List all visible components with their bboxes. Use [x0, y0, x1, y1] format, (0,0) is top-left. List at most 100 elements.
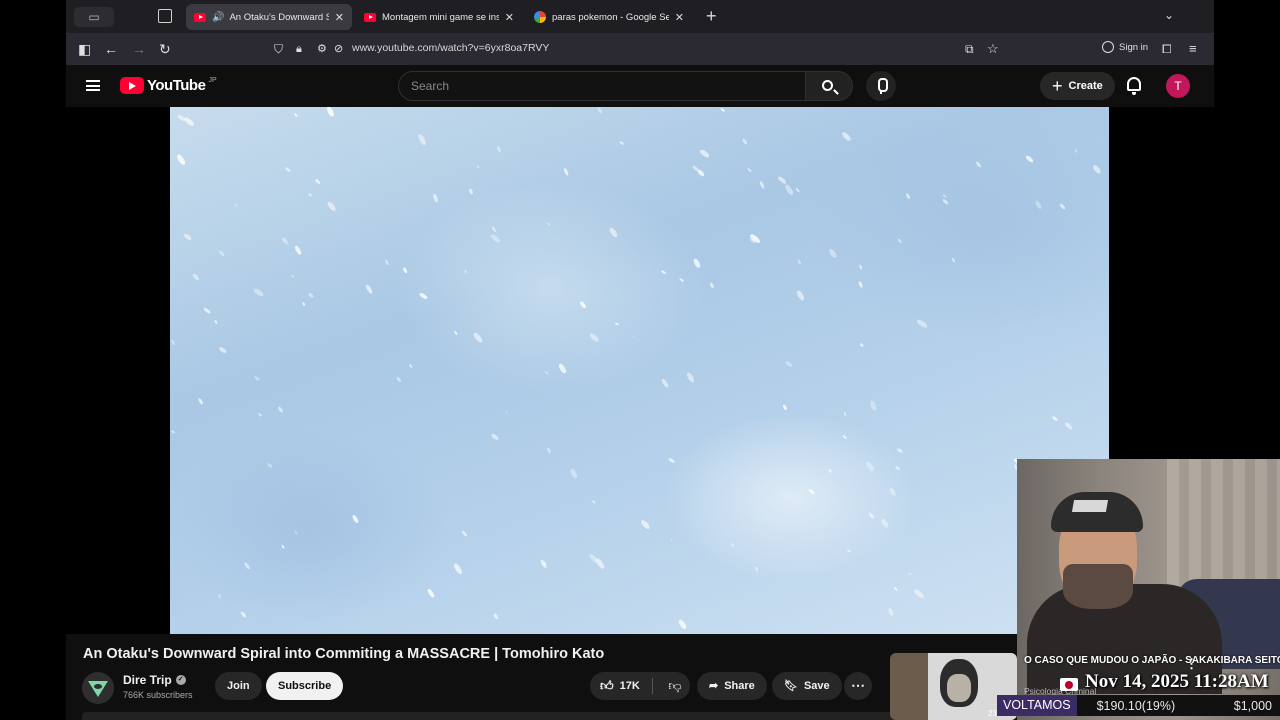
snowflake: [364, 283, 374, 295]
snowflake: [828, 247, 839, 259]
address-bar[interactable]: www.youtube.com/watch?v=6yxr8oa7RVY: [352, 42, 549, 54]
verified-icon: ✓: [175, 675, 186, 685]
subscribe-button[interactable]: Subscribe: [266, 672, 344, 700]
notifications-icon[interactable]: [1127, 77, 1141, 95]
youtube-icon: [194, 12, 206, 22]
extensions-icon[interactable]: ⧠: [1162, 41, 1172, 57]
account-avatar[interactable]: T: [1166, 74, 1190, 98]
search-input[interactable]: Search: [398, 71, 806, 101]
lock-icon[interactable]: 🔒︎: [296, 41, 302, 57]
more-actions-icon[interactable]: ⋯: [844, 672, 872, 700]
snowflake: [841, 130, 853, 142]
close-tab-icon[interactable]: ✕: [335, 11, 344, 24]
like-button[interactable]: 👍︎ 17K: [590, 672, 650, 700]
snowflake: [591, 499, 596, 504]
snowflake: [859, 343, 864, 347]
tracking-icon[interactable]: ⊘: [334, 41, 343, 57]
tab-active-video[interactable]: 🔊 An Otaku's Downward Spira ✕: [186, 4, 352, 30]
snowflake: [202, 307, 211, 315]
snowflake: [197, 397, 205, 406]
snowflake: [490, 432, 500, 441]
picture-in-picture-icon[interactable]: ⧉: [965, 41, 974, 57]
snowflake: [539, 558, 548, 569]
snowflake: [1052, 415, 1059, 421]
description-box[interactable]: [82, 712, 1002, 720]
snowflake: [784, 360, 794, 369]
snowflake: [469, 187, 475, 195]
guide-menu-icon[interactable]: [86, 80, 100, 91]
snowflake: [843, 411, 847, 417]
snowflake: [452, 562, 464, 575]
donation-goal-ticker: 23 VOLTAMOS $190.10(19%) $1,000: [988, 695, 1280, 718]
video-frame[interactable]: [170, 107, 1109, 634]
tab-overview-icon[interactable]: [158, 9, 172, 23]
like-count: 17K: [619, 680, 640, 692]
tab-title: Montagem mini game se inscre: [382, 11, 499, 23]
sidebar-icon[interactable]: ◧: [78, 41, 91, 57]
snowflake: [307, 192, 313, 198]
permissions-icon[interactable]: ⚙: [317, 41, 327, 57]
suggested-more-icon[interactable]: ⋮: [1185, 656, 1198, 672]
forward-icon[interactable]: →: [132, 41, 146, 57]
snowflake: [182, 115, 196, 128]
snowflake: [217, 593, 221, 599]
search-button[interactable]: [806, 71, 853, 101]
snowflake: [869, 400, 879, 412]
snowflake: [596, 107, 604, 115]
snowflake: [314, 178, 321, 184]
snowflake: [667, 457, 676, 464]
save-button[interactable]: 🔖︎ Save: [772, 672, 842, 700]
ticker-value: $190.10(19%): [1096, 698, 1176, 713]
channel-name-link[interactable]: Dire Trip ✓: [123, 673, 186, 687]
snowflake: [214, 320, 218, 325]
snowflake: [233, 202, 238, 207]
join-button[interactable]: Join: [215, 672, 262, 700]
snowflake: [475, 164, 481, 169]
youtube-header: YouTube JP Search + Create T: [66, 65, 1214, 107]
youtube-logo[interactable]: YouTube JP: [120, 77, 217, 94]
snowflake: [905, 193, 912, 201]
menu-icon[interactable]: ≡: [1189, 41, 1197, 57]
tab-title: paras pokemon - Google Search: [552, 11, 669, 23]
snowflake: [754, 566, 759, 573]
dislike-button[interactable]: 👎︎: [660, 672, 690, 700]
snowflake: [350, 514, 360, 524]
reload-icon[interactable]: ↻: [159, 41, 171, 57]
suggested-video-duration: 23: [988, 709, 997, 718]
thumbs-down-icon: 👎︎: [668, 678, 682, 693]
tab-montagem[interactable]: Montagem mini game se inscre ✕: [356, 4, 522, 30]
share-button[interactable]: ➦ Share: [697, 672, 767, 700]
account-icon: [1102, 41, 1114, 53]
sign-in-button[interactable]: Sign in: [1102, 41, 1148, 53]
bookmark-star-icon[interactable]: ☆: [987, 41, 999, 57]
snowflake: [326, 200, 338, 213]
shield-icon[interactable]: ⛉: [274, 41, 283, 57]
share-label: Share: [724, 680, 755, 692]
sidebar-toggle-icon[interactable]: ▭: [74, 7, 114, 27]
snowflake: [562, 167, 570, 176]
tab-google-search[interactable]: paras pokemon - Google Search ✕: [526, 4, 692, 30]
channel-avatar[interactable]: [82, 672, 114, 704]
snowflake: [951, 257, 956, 263]
close-tab-icon[interactable]: ✕: [675, 11, 684, 24]
save-label: Save: [803, 680, 830, 692]
snowflake: [942, 193, 948, 199]
suggested-video-title[interactable]: O CASO QUE MUDOU O JAPÃO - SAKAKIBARA SE…: [1024, 655, 1280, 666]
new-tab-icon[interactable]: +: [706, 6, 717, 26]
speaker-icon[interactable]: 🔊: [212, 12, 224, 23]
snowflake: [395, 376, 402, 383]
chevron-down-icon[interactable]: ⌄: [1164, 8, 1174, 22]
snowflake: [895, 466, 901, 471]
snowflake: [807, 488, 815, 496]
logo-text: YouTube: [147, 77, 206, 94]
snowflake: [170, 430, 176, 435]
snowflake: [827, 468, 832, 474]
snowflake: [284, 166, 291, 173]
snowflake: [578, 300, 588, 310]
back-icon[interactable]: ←: [104, 41, 118, 57]
voice-search-icon[interactable]: [866, 71, 896, 101]
close-tab-icon[interactable]: ✕: [505, 11, 514, 24]
snowflake: [746, 167, 752, 173]
create-button[interactable]: + Create: [1040, 72, 1115, 100]
snowflake: [847, 548, 852, 553]
